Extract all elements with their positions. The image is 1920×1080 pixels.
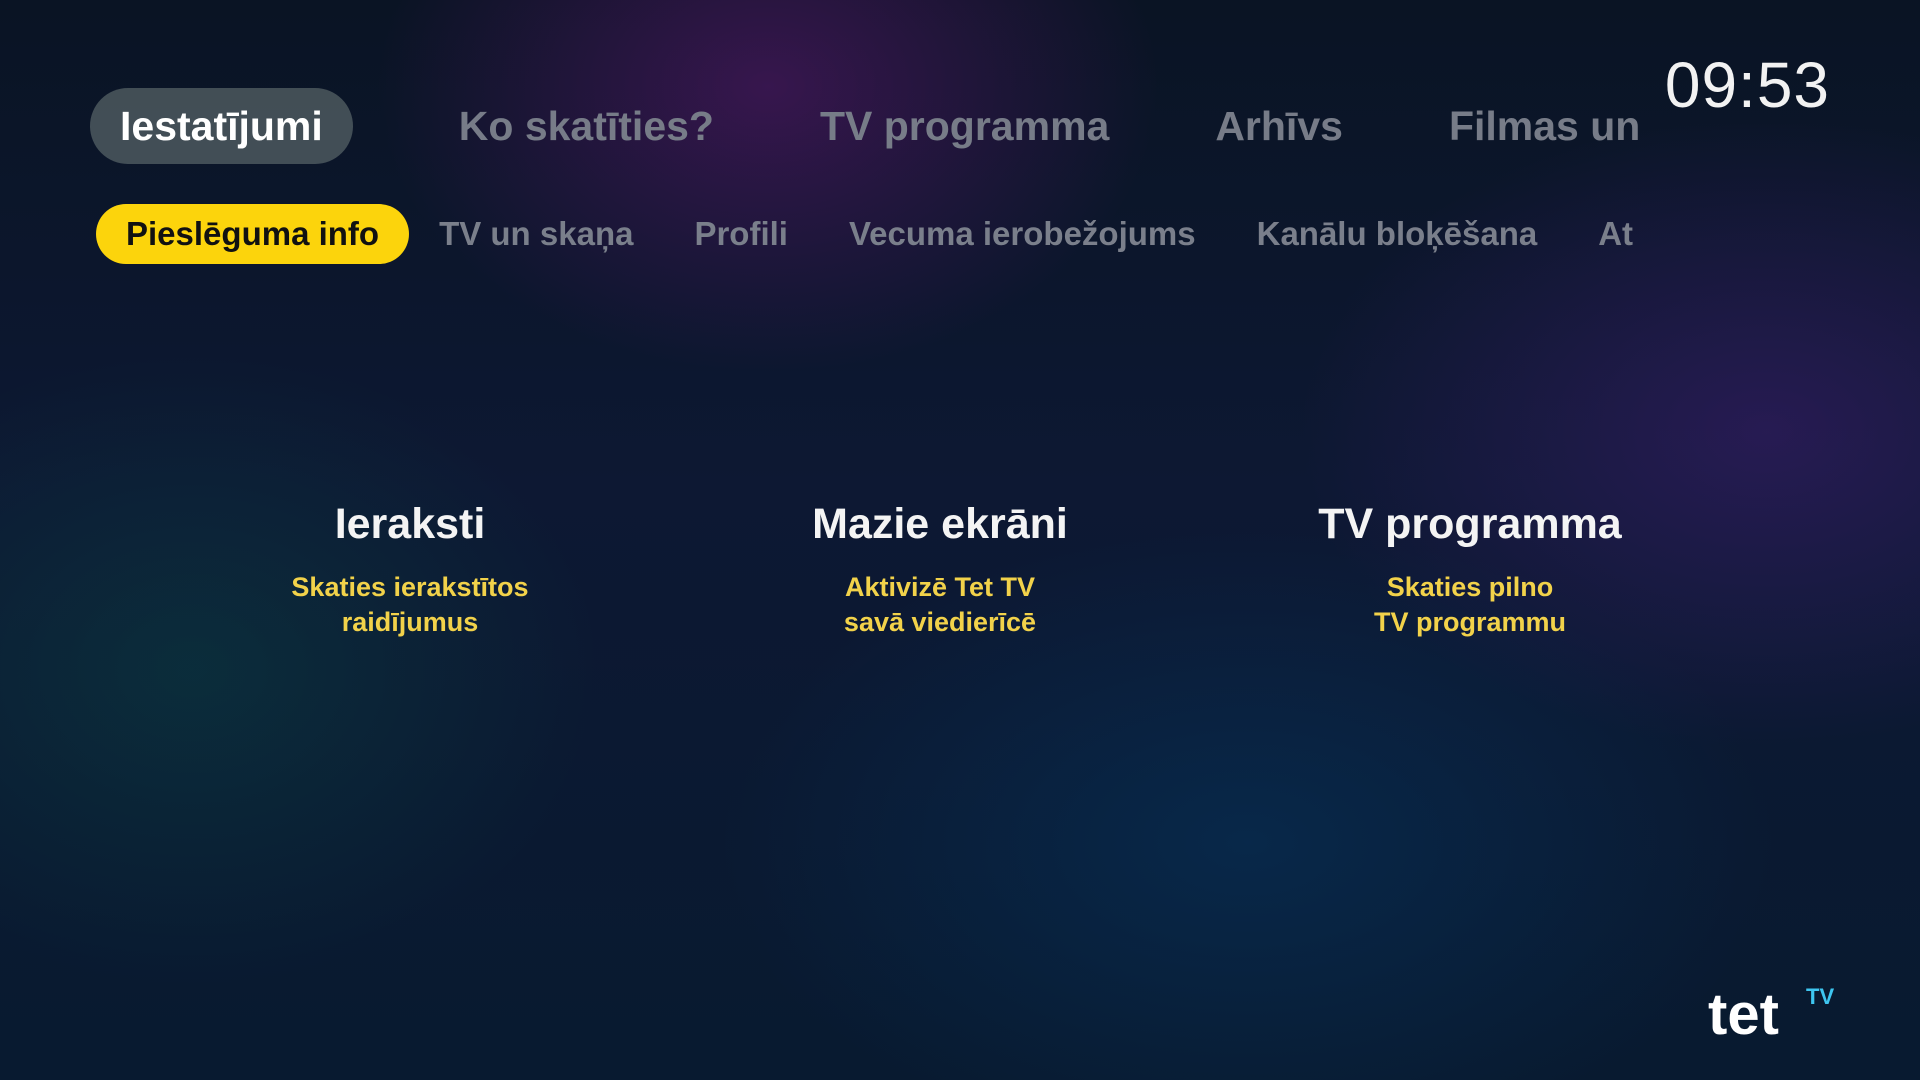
tab-connection-info[interactable]: Pieslēguma info bbox=[96, 204, 410, 264]
card-small-screens[interactable]: Mazie ekrāni Aktivizē Tet TV savā viedie… bbox=[710, 496, 1170, 640]
card-title: Mazie ekrāni bbox=[812, 500, 1068, 548]
clock: 09:53 bbox=[1664, 49, 1830, 121]
card-description-line: Skaties pilno bbox=[1386, 572, 1554, 602]
main-nav-item-tv-guide[interactable]: TV programma bbox=[820, 88, 1109, 164]
tab-age-restriction[interactable]: Vecuma ierobežojums bbox=[849, 204, 1196, 264]
settings-sub-nav: Pieslēguma info TV un skaņa Profili Vecu… bbox=[96, 204, 1642, 264]
card-description: Skaties ierakstītos raidījumus bbox=[180, 570, 640, 640]
tab-more[interactable]: At bbox=[1598, 204, 1633, 264]
logo-tv-superscript: TV bbox=[1806, 984, 1834, 1009]
card-description-line: raidījumus bbox=[341, 607, 479, 637]
card-description: Aktivizē Tet TV savā viedierīcē bbox=[710, 570, 1170, 640]
card-tv-guide[interactable]: TV programma Skaties pilno TV programmu bbox=[1240, 496, 1700, 640]
card-title: Ieraksti bbox=[334, 500, 486, 548]
card-description-line: Aktivizē Tet TV bbox=[844, 572, 1036, 602]
card-description-line: savā viedierīcē bbox=[843, 607, 1037, 637]
tab-profiles[interactable]: Profili bbox=[694, 204, 788, 264]
card-description-line: TV programmu bbox=[1373, 607, 1567, 637]
main-nav: Iestatījumi Ko skatīties? TV programma A… bbox=[90, 88, 1638, 164]
main-nav-item-archive[interactable]: Arhīvs bbox=[1215, 88, 1343, 164]
card-description-line: Skaties ierakstītos bbox=[291, 572, 529, 602]
card-description: Skaties pilno TV programmu bbox=[1240, 570, 1700, 640]
main-nav-item-what-to-watch[interactable]: Ko skatīties? bbox=[459, 88, 714, 164]
card-recordings[interactable]: Ieraksti Skaties ierakstītos raidījumus bbox=[180, 496, 640, 640]
tet-tv-logo: tet TV bbox=[1708, 982, 1834, 1042]
tab-channel-blocking[interactable]: Kanālu bloķēšana bbox=[1257, 204, 1538, 264]
card-title: TV programma bbox=[1318, 500, 1622, 548]
main-nav-item-movies[interactable]: Filmas un bbox=[1449, 88, 1638, 164]
tab-tv-and-sound[interactable]: TV un skaņa bbox=[439, 204, 633, 264]
main-nav-item-settings[interactable]: Iestatījumi bbox=[90, 88, 353, 164]
logo-wordmark: tet bbox=[1708, 982, 1779, 1042]
